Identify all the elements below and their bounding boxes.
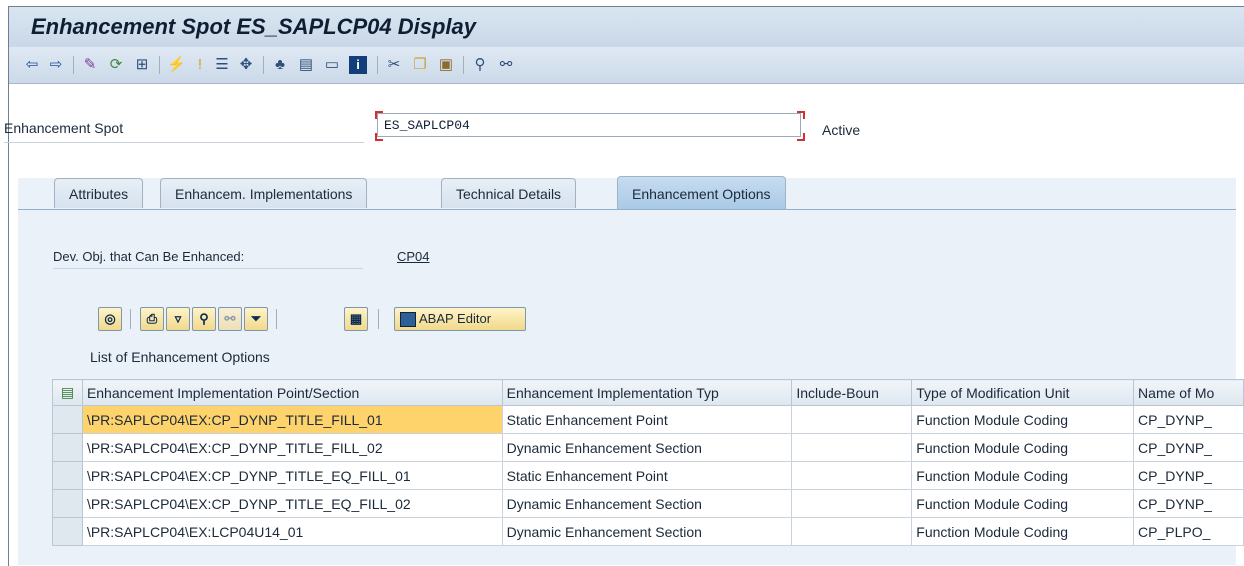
row-selector[interactable] [52, 489, 83, 518]
enhancement-spot-input[interactable]: ES_SAPLCP04 [377, 113, 801, 137]
select-all-icon[interactable]: ▤ [52, 379, 83, 406]
back-arrow-icon[interactable]: ⇦ [23, 56, 41, 74]
grid-toolbar-separator [276, 309, 277, 329]
paste-icon[interactable]: ▣ [437, 56, 455, 74]
enhancement-spot-label: Enhancement Spot [4, 120, 124, 136]
layout-icon[interactable]: ▦ [344, 307, 368, 331]
table-cell-name: CP_DYNP_ [1133, 433, 1244, 462]
table-cell-mod-type: Function Module Coding [911, 461, 1135, 490]
status-text: Active [822, 122, 861, 138]
label-underline [53, 268, 363, 269]
table-cell-mod-type: Function Module Coding [911, 489, 1135, 518]
required-marker [797, 111, 805, 119]
cut-icon[interactable]: ✂ [385, 56, 403, 74]
activate-icon[interactable]: ⚡ [167, 56, 186, 74]
other-object-icon[interactable]: ⟳ [107, 56, 125, 74]
toolbar-separator [159, 56, 160, 74]
display-object-list-icon[interactable]: ☰ [213, 56, 231, 74]
table-cell-include [791, 489, 913, 518]
find-next-icon[interactable]: ⚯ [497, 56, 515, 74]
copy-icon[interactable]: ❐ [411, 56, 429, 74]
table-cell-point[interactable]: \PR:SAPLCP04\EX:LCP04U14_01 [81, 517, 503, 546]
window-title: Enhancement Spot ES_SAPLCP04 Display [31, 14, 477, 39]
where-used-icon[interactable]: ! [191, 56, 209, 74]
table-cell-mod-type: Function Module Coding [911, 433, 1135, 462]
table-cell-type: Static Enhancement Point [501, 461, 793, 490]
column-header[interactable]: Enhancement Implementation Typ [501, 379, 793, 406]
table-cell-point[interactable]: \PR:SAPLCP04\EX:CP_DYNP_TITLE_FILL_01 [81, 405, 503, 434]
title-bar: Enhancement Spot ES_SAPLCP04 Display [9, 7, 1244, 47]
table-cell-include [791, 517, 913, 546]
abap-editor-label: ABAP Editor [419, 311, 492, 326]
table-cell-mod-type: Function Module Coding [911, 517, 1135, 546]
row-selector[interactable] [52, 517, 83, 546]
toolbar-separator [263, 56, 264, 74]
row-selector[interactable] [52, 405, 83, 434]
table-header-row: ▤ Enhancement Implementation Point/Secti… [52, 379, 1244, 406]
table-cell-point[interactable]: \PR:SAPLCP04\EX:CP_DYNP_TITLE_EQ_FILL_02 [81, 489, 503, 518]
tab-attributes[interactable]: Attributes [54, 178, 144, 208]
table-cell-name: CP_DYNP_ [1133, 489, 1244, 518]
toolbar-separator [463, 56, 464, 74]
hierarchy-icon[interactable]: ♣ [271, 56, 289, 74]
table-cell-point[interactable]: \PR:SAPLCP04\EX:CP_DYNP_TITLE_EQ_FILL_01 [81, 461, 503, 490]
grid-toolbar-separator [130, 309, 131, 329]
details-icon[interactable]: ◎ [98, 307, 122, 331]
row-selector[interactable] [52, 433, 83, 462]
table-cell-name: CP_DYNP_ [1133, 461, 1244, 490]
toolbar-separator [377, 56, 378, 74]
table-cell-mod-type: Function Module Coding [911, 405, 1135, 434]
display-frame-icon[interactable]: ▭ [323, 56, 341, 74]
required-marker [375, 133, 383, 141]
table-row[interactable]: \PR:SAPLCP04\EX:CP_DYNP_TITLE_FILL_02 Dy… [52, 433, 1244, 462]
print-icon[interactable]: ⎙ [140, 307, 164, 331]
table-cell-type: Dynamic Enhancement Section [501, 517, 793, 546]
navigation-window-icon[interactable]: ✥ [237, 56, 255, 74]
info-icon[interactable]: i [349, 56, 367, 74]
check-icon[interactable]: ⊞ [133, 56, 151, 74]
abap-editor-button[interactable]: ABAP Editor [394, 307, 526, 331]
table-row[interactable]: \PR:SAPLCP04\EX:CP_DYNP_TITLE_EQ_FILL_01… [52, 461, 1244, 490]
set-filter-icon[interactable]: ⏷ [244, 307, 268, 331]
table-cell-include [791, 433, 913, 462]
table-cell-type: Static Enhancement Point [501, 405, 793, 434]
table-row[interactable]: \PR:SAPLCP04\EX:CP_DYNP_TITLE_EQ_FILL_02… [52, 489, 1244, 518]
application-toolbar: ⇦ ⇨ ✎ ⟳ ⊞ ⚡ ! ☰ ✥ ♣ ▤ ▭ i ✂ ❐ ▣ ⚲ ⚯ [9, 47, 1244, 84]
column-header[interactable]: Include-Boun [791, 379, 913, 406]
list-title: List of Enhancement Options [90, 349, 270, 365]
row-selector[interactable] [52, 461, 83, 490]
display-change-icon[interactable]: ✎ [81, 56, 99, 74]
grid-toolbar-separator [378, 309, 379, 329]
tab-panel-border [18, 209, 1236, 210]
table-cell-name: CP_DYNP_ [1133, 405, 1244, 434]
abap-editor-icon [400, 312, 416, 327]
table-cell-include [791, 461, 913, 490]
enhancement-options-table: ▤ Enhancement Implementation Point/Secti… [52, 379, 1244, 546]
table-cell-include [791, 405, 913, 434]
table-cell-name: CP_PLPO_ [1133, 517, 1244, 546]
column-header[interactable]: Name of Mo [1133, 379, 1244, 406]
forward-arrow-icon[interactable]: ⇨ [47, 56, 65, 74]
dev-object-label: Dev. Obj. that Can Be Enhanced: [53, 249, 245, 264]
find-icon[interactable]: ⚲ [471, 56, 489, 74]
label-underline [4, 142, 364, 143]
filter-icon[interactable]: ▿ [166, 307, 190, 331]
dev-object-value[interactable]: CP04 [397, 249, 430, 264]
tab-technical-details[interactable]: Technical Details [441, 178, 577, 208]
tab-enhancement-implementations[interactable]: Enhancem. Implementations [160, 178, 368, 208]
required-marker [797, 133, 805, 141]
column-header[interactable]: Type of Modification Unit [911, 379, 1135, 406]
tab-enhancement-options[interactable]: Enhancement Options [617, 176, 786, 210]
column-header[interactable]: Enhancement Implementation Point/Section [81, 379, 503, 406]
find-icon[interactable]: ⚲ [192, 307, 216, 331]
table-cell-type: Dynamic Enhancement Section [501, 433, 793, 462]
attributes-icon[interactable]: ▤ [297, 56, 315, 74]
find-next-icon[interactable]: ⚯ [218, 307, 242, 331]
toolbar-separator [73, 56, 74, 74]
table-row[interactable]: \PR:SAPLCP04\EX:LCP04U14_01 Dynamic Enha… [52, 517, 1244, 546]
required-marker [375, 111, 383, 119]
table-cell-point[interactable]: \PR:SAPLCP04\EX:CP_DYNP_TITLE_FILL_02 [81, 433, 503, 462]
table-row[interactable]: \PR:SAPLCP04\EX:CP_DYNP_TITLE_FILL_01 St… [52, 405, 1244, 434]
table-cell-type: Dynamic Enhancement Section [501, 489, 793, 518]
